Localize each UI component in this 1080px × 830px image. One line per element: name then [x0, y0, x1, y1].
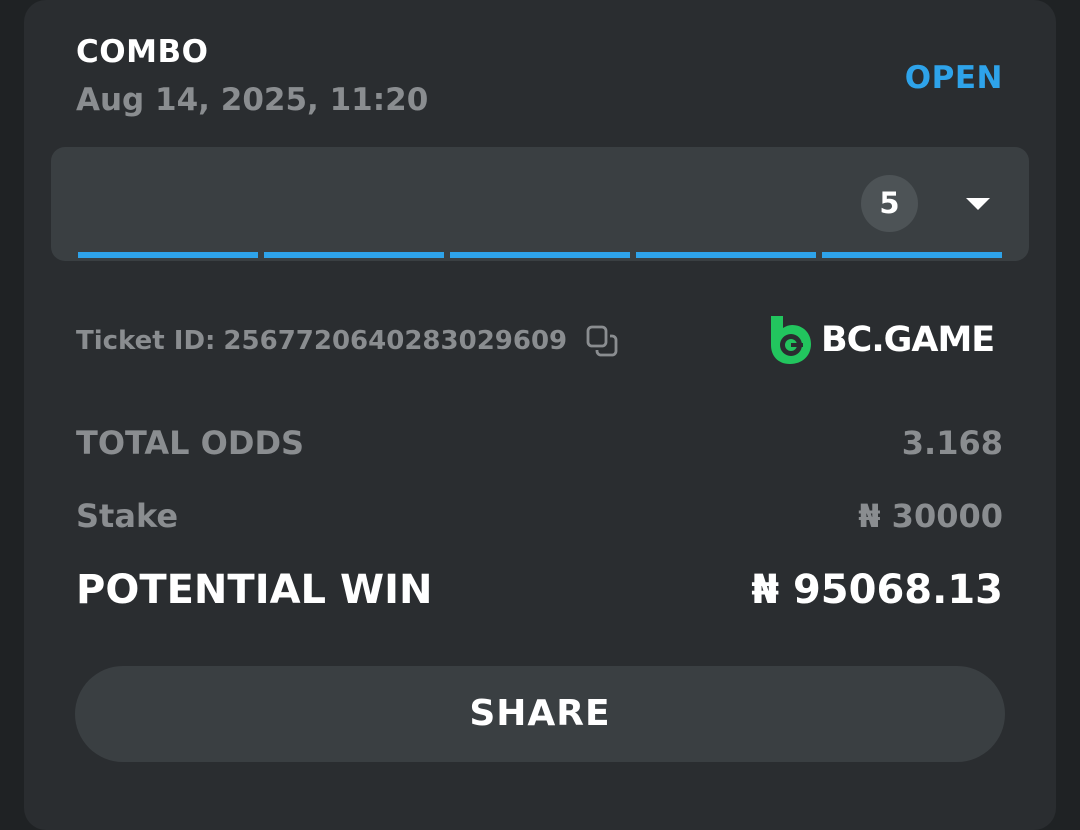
total-odds-label: TOTAL ODDS [76, 424, 305, 462]
ticket-row: Ticket ID: 2567720640283029609 [76, 324, 619, 358]
caret-down-icon[interactable] [961, 187, 995, 221]
selection-count-badge: 5 [861, 175, 918, 232]
total-odds-value: 3.168 [901, 424, 1003, 462]
brand-logo: BC.GAME [767, 314, 995, 366]
copy-icon[interactable] [585, 324, 619, 358]
status-badge: OPEN [904, 60, 1003, 96]
selections-toggle[interactable]: 5 [51, 147, 1029, 261]
ticket-id-value: 2567720640283029609 [223, 326, 568, 356]
progress-segment [264, 252, 444, 258]
brand-name: BC.GAME [821, 320, 995, 360]
progress-segment [78, 252, 258, 258]
progress-segment [822, 252, 1002, 258]
potential-win-label: POTENTIAL WIN [76, 567, 433, 613]
progress-segment [450, 252, 630, 258]
bet-date: Aug 14, 2025, 11:20 [76, 82, 429, 118]
bc-game-logo-icon [771, 316, 811, 364]
potential-win-value: ₦ 95068.13 [751, 567, 1003, 613]
ticket-id-label: Ticket ID: [76, 326, 216, 356]
selection-progress [78, 252, 1002, 258]
stake-label: Stake [76, 497, 179, 535]
stake-value: ₦ 30000 [858, 497, 1003, 535]
progress-segment [636, 252, 816, 258]
share-button[interactable]: SHARE [75, 666, 1005, 762]
bet-type: COMBO [76, 34, 209, 70]
